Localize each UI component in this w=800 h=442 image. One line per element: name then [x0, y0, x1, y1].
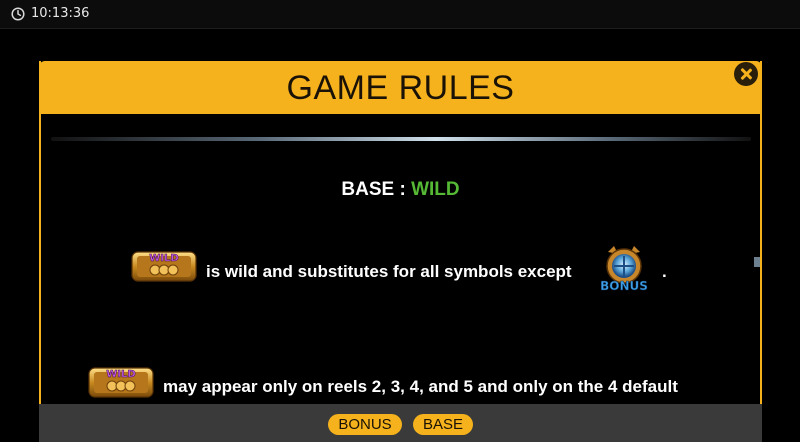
tab-bar: BONUS BASE: [39, 404, 762, 442]
clock-time: 10:13:36: [31, 6, 90, 21]
rule-text-1-suffix: .: [662, 262, 667, 281]
divider: [51, 137, 751, 141]
tab-bonus[interactable]: BONUS: [328, 414, 402, 435]
rule-text-1: is wild and substitutes for all symbols …: [206, 262, 572, 281]
section-heading: BASE : WILD: [41, 179, 760, 201]
bonus-symbol-icon: BONUS: [600, 246, 648, 293]
clock-icon: [11, 7, 25, 21]
close-button[interactable]: [734, 62, 758, 86]
heading-highlight: WILD: [411, 179, 460, 200]
rule-text-2: may appear only on reels 2, 3, 4, and 5 …: [163, 377, 678, 396]
heading-prefix: BASE :: [341, 179, 412, 200]
scrollbar-thumb[interactable]: [754, 257, 760, 267]
wild-symbol-icon: WILD: [88, 367, 154, 398]
svg-text:BONUS: BONUS: [600, 279, 648, 293]
svg-text:WILD: WILD: [106, 369, 135, 380]
game-rules-dialog: GAME RULES BASE : WILD WILD is wild and …: [39, 61, 762, 442]
status-bar: 10:13:36: [0, 0, 800, 29]
dialog-title: GAME RULES: [286, 69, 515, 107]
dialog-header: GAME RULES: [39, 61, 762, 114]
svg-text:WILD: WILD: [149, 253, 178, 264]
wild-symbol-icon: WILD: [131, 251, 197, 282]
tab-base[interactable]: BASE: [413, 414, 473, 435]
